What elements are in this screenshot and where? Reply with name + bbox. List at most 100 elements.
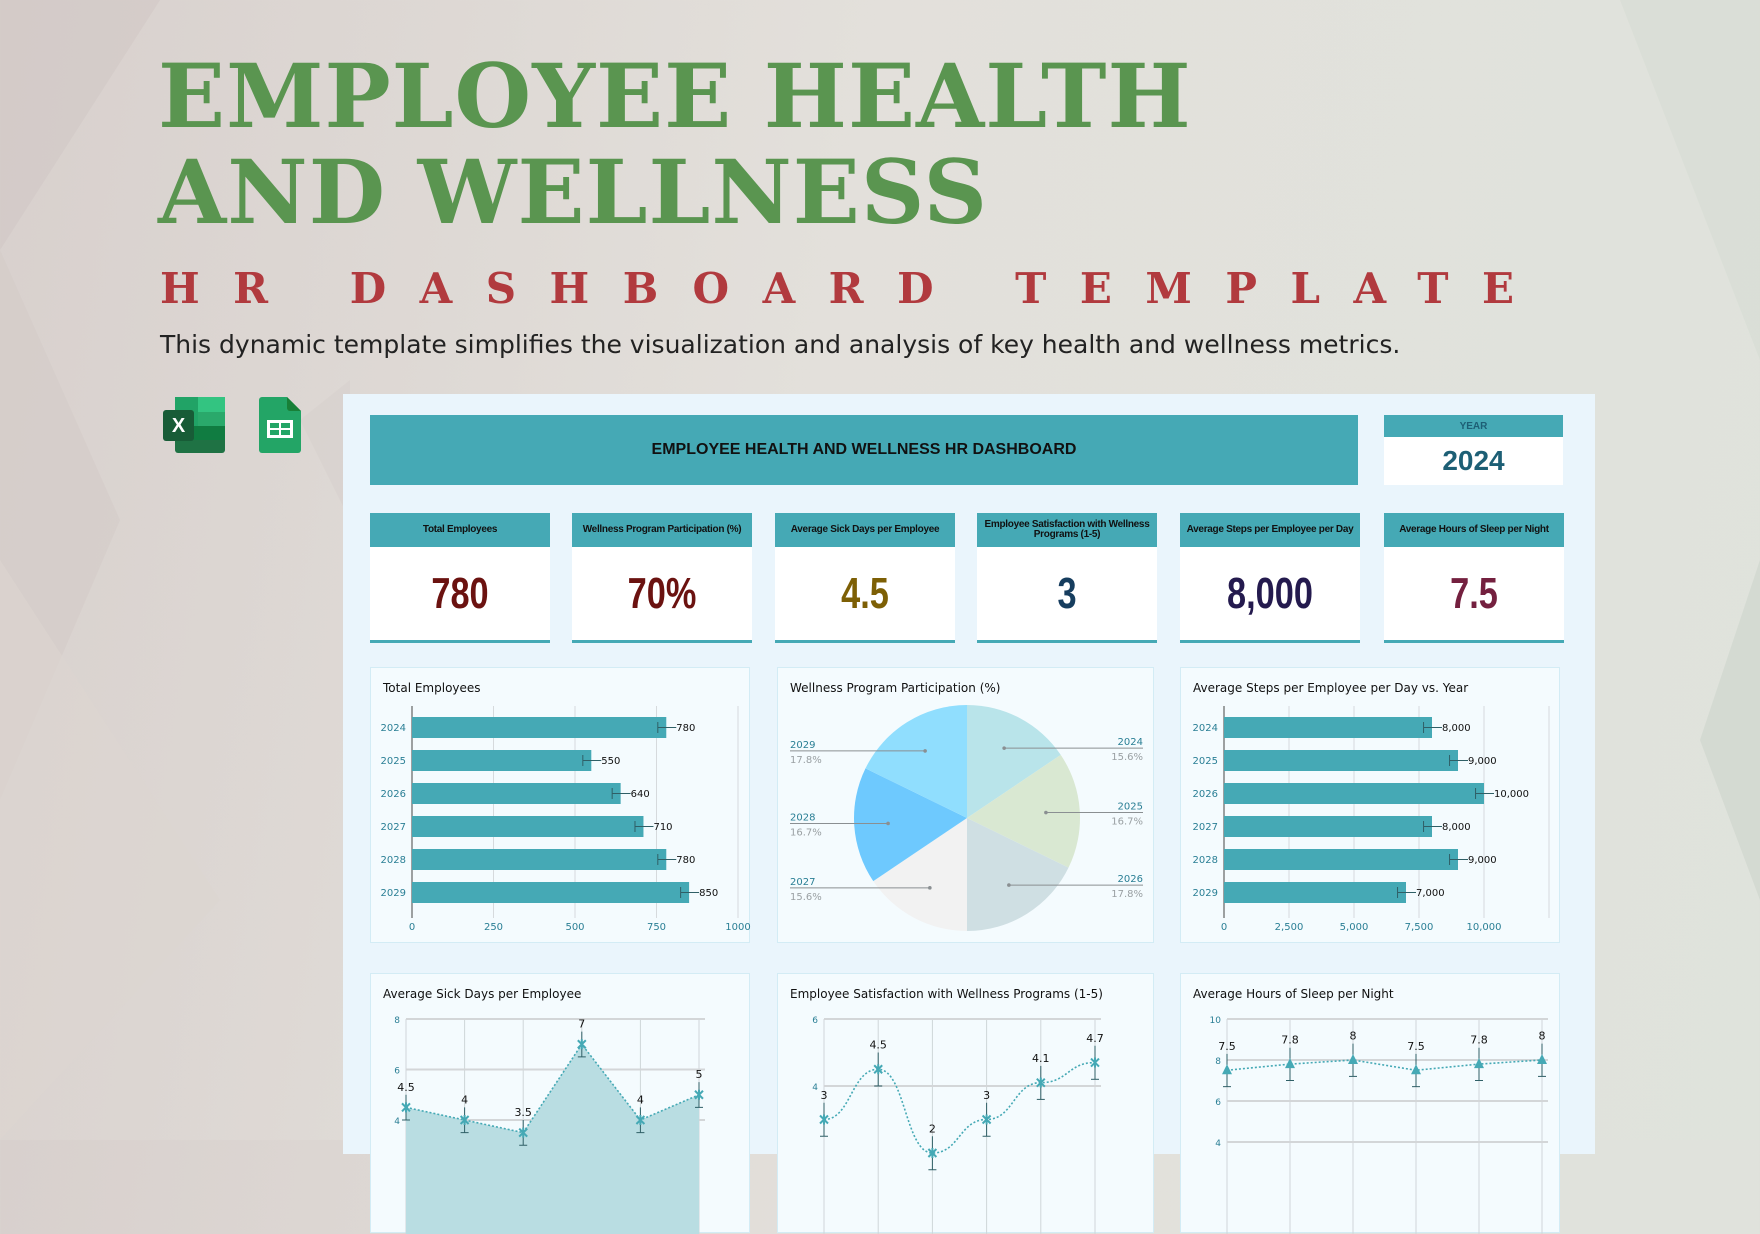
y-tick-label: 2029 bbox=[1193, 888, 1218, 899]
data-label: 9,000 bbox=[1468, 855, 1497, 866]
data-label: 710 bbox=[653, 822, 672, 833]
y-tick-label: 2027 bbox=[381, 822, 406, 833]
chart-title: Average Hours of Sleep per Night bbox=[1193, 987, 1394, 1001]
slice-label: 2025 bbox=[1118, 802, 1143, 813]
data-label: 4 bbox=[637, 1093, 644, 1106]
bar bbox=[1224, 816, 1432, 837]
slice-percent: 16.7% bbox=[790, 827, 822, 838]
y-tick-label: 6 bbox=[394, 1067, 400, 1077]
kpi-value: 70% bbox=[627, 568, 697, 618]
chart-title: Average Steps per Employee per Day vs. Y… bbox=[1193, 681, 1469, 695]
data-label: 4.7 bbox=[1086, 1032, 1104, 1045]
leader-dot bbox=[928, 886, 932, 890]
chart-title: Average Sick Days per Employee bbox=[383, 987, 582, 1001]
y-tick-label: 2026 bbox=[1193, 789, 1218, 800]
series-line bbox=[1226, 1059, 1543, 1072]
slice-percent: 15.6% bbox=[1111, 752, 1143, 763]
leader-dot bbox=[1002, 746, 1006, 750]
page-title-line-2: AND WELLNESS bbox=[158, 140, 988, 244]
x-tick-label: 750 bbox=[647, 922, 666, 933]
data-point bbox=[1222, 1064, 1232, 1075]
bar bbox=[1224, 849, 1458, 870]
slice-percent: 16.7% bbox=[1111, 817, 1143, 828]
data-point bbox=[1090, 1057, 1100, 1068]
chart-satisfaction: 6 4 3 4.5 2 3 4.1 4.7 Employee Satisfaction with… bbox=[777, 973, 1154, 1234]
data-label: 5 bbox=[696, 1068, 703, 1081]
x-tick-label: 0 bbox=[1221, 922, 1227, 933]
data-label: 4.5 bbox=[869, 1039, 887, 1052]
data-label: 8,000 bbox=[1442, 822, 1471, 833]
kpi-label: Employee Satisfaction with Wellness Prog… bbox=[977, 513, 1157, 547]
data-label: 9,000 bbox=[1468, 756, 1497, 767]
data-label: 850 bbox=[699, 888, 718, 899]
leader-dot bbox=[886, 821, 890, 826]
kpi-value: 7.5 bbox=[1450, 568, 1498, 618]
year-selector[interactable]: YEAR 2024 bbox=[1384, 415, 1563, 485]
data-point bbox=[577, 1039, 587, 1050]
y-tick-label: 2024 bbox=[1193, 723, 1218, 734]
area-fill bbox=[406, 1044, 699, 1234]
kpi-wellness-participation: Wellness Program Participation (%) 70% bbox=[572, 513, 752, 643]
kpi-value: 780 bbox=[431, 568, 489, 618]
data-point bbox=[401, 1102, 411, 1113]
google-sheets-icon[interactable] bbox=[259, 397, 301, 453]
data-label: 3.5 bbox=[514, 1106, 532, 1119]
kpi-steps: Average Steps per Employee per Day 8,000 bbox=[1180, 513, 1360, 643]
page-title-line-1: EMPLOYEE HEALTH bbox=[158, 44, 1192, 148]
y-tick-label: 2024 bbox=[381, 723, 406, 734]
data-point bbox=[819, 1114, 829, 1125]
data-label: 550 bbox=[601, 756, 620, 767]
series-line bbox=[823, 1061, 1096, 1154]
y-tick-label: 8 bbox=[394, 1016, 400, 1026]
data-label: 640 bbox=[631, 789, 650, 800]
bar bbox=[412, 849, 667, 870]
slice-percent: 17.8% bbox=[1111, 889, 1143, 900]
y-tick-label: 2028 bbox=[381, 855, 406, 866]
y-tick-label: 4 bbox=[394, 1117, 400, 1127]
excel-icon[interactable]: X bbox=[163, 397, 227, 455]
y-tick-label: 2025 bbox=[1193, 756, 1218, 767]
data-label: 4.1 bbox=[1032, 1052, 1050, 1065]
data-label: 7.8 bbox=[1281, 1034, 1299, 1047]
y-tick-label: 2028 bbox=[1193, 855, 1218, 866]
x-tick-label: 500 bbox=[565, 922, 584, 933]
year-value[interactable]: 2024 bbox=[1384, 437, 1563, 485]
dashboard-panel: EMPLOYEE HEALTH AND WELLNESS HR DASHBOAR… bbox=[343, 394, 1595, 1234]
bar bbox=[412, 816, 644, 837]
kpi-value: 3 bbox=[1057, 568, 1077, 618]
y-tick-label: 2027 bbox=[1193, 822, 1218, 833]
slice-label: 2029 bbox=[790, 740, 815, 751]
bar bbox=[1224, 717, 1432, 738]
bar bbox=[412, 783, 621, 804]
x-tick-label: 2,500 bbox=[1275, 922, 1304, 933]
kpi-label: Total Employees bbox=[370, 513, 550, 547]
data-label: 10,000 bbox=[1494, 789, 1529, 800]
kpi-total-employees: Total Employees 780 bbox=[370, 513, 550, 643]
y-tick-label: 2029 bbox=[381, 888, 406, 899]
x-tick-label: 7,500 bbox=[1405, 922, 1434, 933]
y-tick-label: 2026 bbox=[381, 789, 406, 800]
y-tick-label: 4 bbox=[812, 1083, 818, 1093]
kpi-satisfaction: Employee Satisfaction with Wellness Prog… bbox=[977, 513, 1157, 643]
chart-title: Wellness Program Participation (%) bbox=[790, 681, 1001, 695]
y-tick-label: 4 bbox=[1215, 1139, 1221, 1149]
data-label: 7.5 bbox=[1407, 1040, 1425, 1053]
chart-total-employees: 0 250 500 750 1000 780 2024 550 2025 640 2026 710 20… bbox=[370, 667, 751, 943]
page-subtitle: HR DASHBOARD TEMPLATE bbox=[160, 264, 1548, 313]
data-label: 2 bbox=[929, 1122, 936, 1135]
chart-title: Employee Satisfaction with Wellness Prog… bbox=[790, 987, 1103, 1001]
data-label: 7 bbox=[578, 1018, 585, 1031]
data-label: 3 bbox=[821, 1089, 828, 1102]
page-description: This dynamic template simplifies the vis… bbox=[160, 330, 1401, 359]
x-tick-label: 5,000 bbox=[1340, 922, 1369, 933]
data-label: 4.5 bbox=[397, 1081, 415, 1094]
bar bbox=[412, 882, 690, 903]
data-label: 780 bbox=[676, 855, 695, 866]
chart-average-steps: 0 2,500 5,000 7,500 10,000 8,000 2024 9,000 2025… bbox=[1180, 667, 1560, 943]
data-label: 8 bbox=[1539, 1030, 1546, 1043]
kpi-sleep: Average Hours of Sleep per Night 7.5 bbox=[1384, 513, 1564, 643]
chart-sick-days: 8 6 4 4.5 4 3.5 7 4 5 Average Sick Days per Emplo… bbox=[370, 973, 750, 1234]
slice-percent: 15.6% bbox=[790, 892, 822, 903]
kpi-value: 8,000 bbox=[1227, 568, 1313, 618]
y-tick-label: 8 bbox=[1215, 1057, 1221, 1067]
